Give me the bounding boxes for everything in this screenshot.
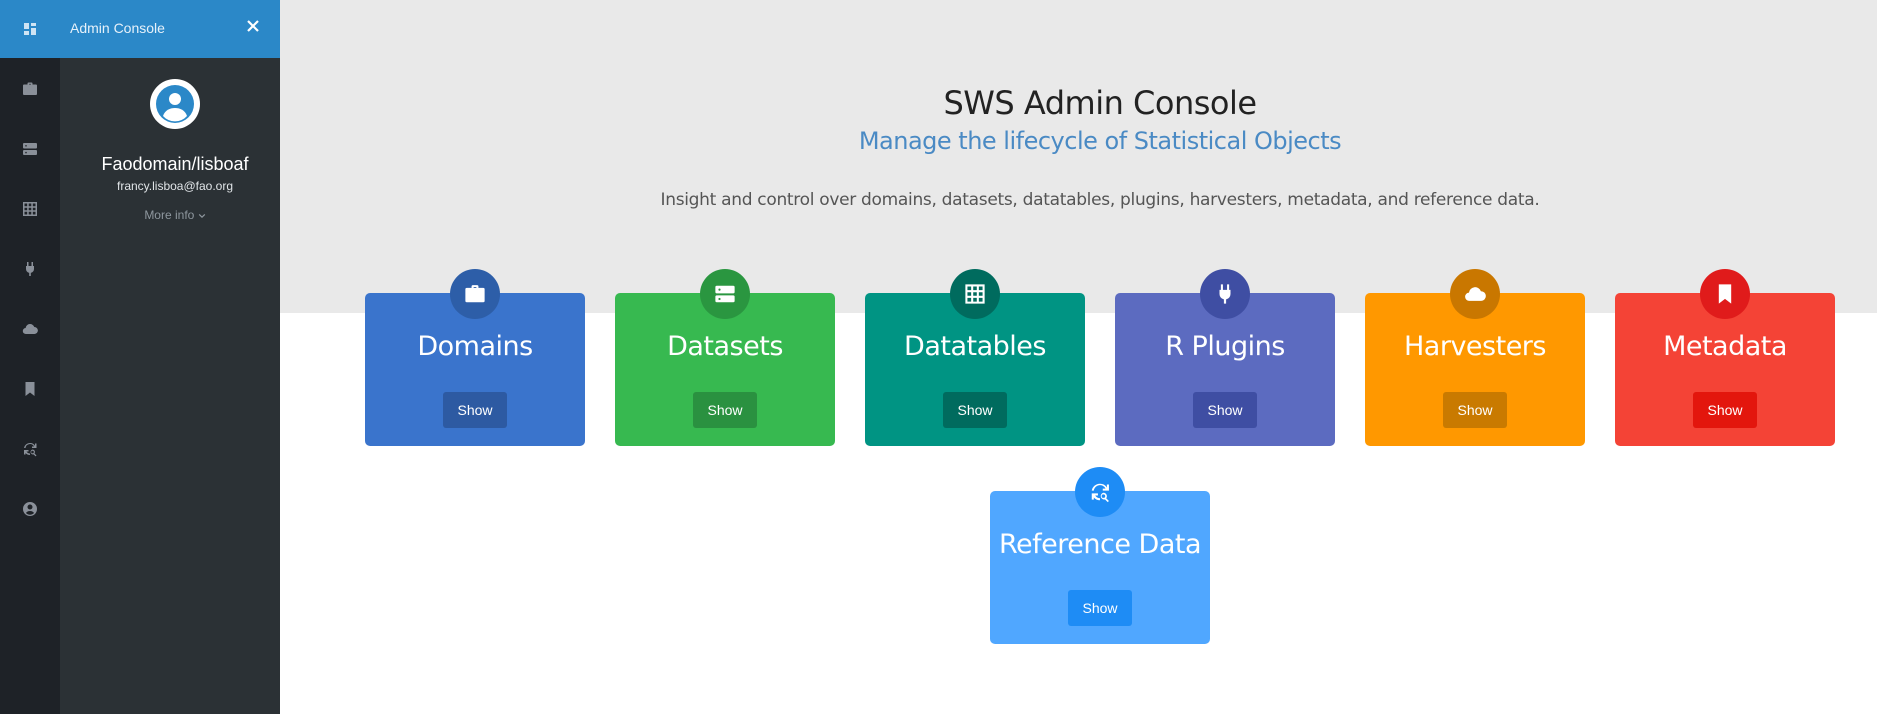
user-email: francy.lisboa@fao.org (116, 179, 233, 193)
avatar (150, 79, 200, 129)
rail-header (0, 0, 60, 58)
briefcase-icon[interactable] (0, 69, 60, 109)
show-harvesters-button[interactable]: Show (1443, 392, 1507, 428)
card-title: Metadata (1663, 331, 1787, 362)
close-icon (247, 20, 259, 32)
card-datatables: Datatables Show (865, 269, 1085, 446)
server-icon[interactable] (0, 129, 60, 169)
card-title: Domains (417, 331, 533, 362)
more-info-label: More info (144, 208, 195, 222)
card-title: Datatables (904, 331, 1046, 362)
bookmark-icon (1700, 269, 1750, 319)
more-info-toggle[interactable]: More info (60, 208, 290, 222)
bookmark-icon[interactable] (0, 369, 60, 409)
user-avatar-icon (156, 85, 194, 123)
show-datatables-button[interactable]: Show (943, 392, 1007, 428)
grid-icon (950, 269, 1000, 319)
user-name: Faodomain/lisboaf (101, 154, 249, 174)
plug-icon (1200, 269, 1250, 319)
show-domains-button[interactable]: Show (443, 392, 507, 428)
refresh-search-icon (1075, 467, 1125, 517)
refresh-search-icon[interactable] (0, 429, 60, 469)
dashboard-icon[interactable] (0, 9, 60, 49)
grid-icon[interactable] (0, 189, 60, 229)
user-circle-icon[interactable] (0, 489, 60, 529)
page-subtitle: Manage the lifecycle of Statistical Obje… (858, 127, 1342, 155)
cloud-icon[interactable] (0, 309, 60, 349)
show-r-plugins-button[interactable]: Show (1193, 392, 1257, 428)
card-r-plugins: R Plugins Show (1115, 269, 1335, 446)
plug-icon[interactable] (0, 249, 60, 289)
icon-rail (0, 0, 60, 714)
card-metadata: Metadata Show (1615, 269, 1835, 446)
cloud-icon (1450, 269, 1500, 319)
card-title: Reference Data (998, 529, 1202, 560)
card-domains: Domains Show (365, 269, 585, 446)
card-title: Harvesters (1404, 331, 1546, 362)
page-description: Insight and control over domains, datase… (660, 190, 1540, 210)
show-metadata-button[interactable]: Show (1693, 392, 1757, 428)
card-harvesters: Harvesters Show (1365, 269, 1585, 446)
briefcase-icon (450, 269, 500, 319)
card-reference-data: Reference Data Show (990, 467, 1210, 644)
sidebar-title: Admin Console (70, 20, 165, 36)
sidebar-header: Admin Console (60, 0, 280, 58)
show-datasets-button[interactable]: Show (693, 392, 757, 428)
card-title: R Plugins (1165, 331, 1285, 362)
page-title: SWS Admin Console (943, 84, 1257, 122)
server-icon (700, 269, 750, 319)
sidebar-panel: Admin Console Faodomain/lisboaf francy.l… (60, 0, 280, 714)
card-datasets: Datasets Show (615, 269, 835, 446)
show-reference-data-button[interactable]: Show (1068, 590, 1132, 626)
hero-banner (280, 0, 1877, 313)
close-sidebar-button[interactable] (246, 19, 264, 37)
card-title: Datasets (667, 331, 783, 362)
chevron-down-icon (198, 208, 206, 222)
